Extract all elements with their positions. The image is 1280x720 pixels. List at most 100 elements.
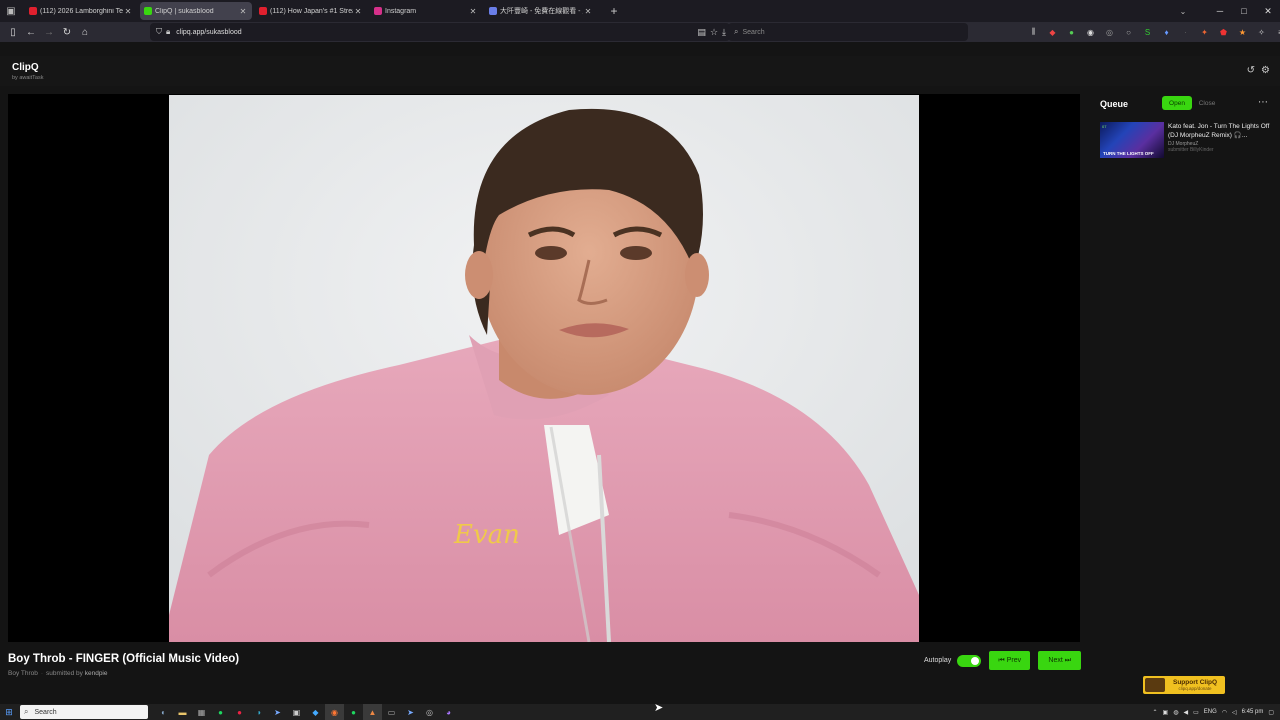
queue-item-info: Kato feat. Jon - Turn The Lights Off (DJ… [1168, 122, 1272, 158]
video-frame[interactable]: Evan [169, 95, 919, 642]
extension-badge-icon[interactable]: ◆ [1045, 25, 1060, 40]
extension-frog-icon[interactable]: ● [1064, 25, 1079, 40]
search-icon: ⌕ [734, 27, 739, 36]
taskbar-search-box[interactable]: ⌕ Search [20, 705, 148, 719]
maximize-button[interactable]: □ [1232, 0, 1256, 22]
browser-menu-icon[interactable]: ≡ [1273, 25, 1280, 40]
browser-tab[interactable]: 大阡豐崎 - 免費在線觀看 - 蛇蛇帆✕ [485, 2, 597, 20]
windows-start-icon[interactable]: ⊞ [0, 704, 18, 720]
search-placeholder: Search [742, 28, 765, 36]
minimize-button[interactable]: ─ [1208, 0, 1232, 22]
lock-icon[interactable]: 🔒︎ [166, 27, 170, 37]
tray-network-icon[interactable]: ◍ [1173, 709, 1178, 716]
edge-icon[interactable]: ◑ [249, 704, 268, 720]
terminal-icon[interactable]: ▭ [382, 704, 401, 720]
extension-drop-icon[interactable]: ♦ [1159, 25, 1174, 40]
downloads-icon[interactable]: ⤓ [722, 27, 726, 38]
more-options-icon[interactable]: ⋯ [1258, 97, 1268, 108]
tab-close-icon[interactable]: ✕ [583, 7, 593, 16]
new-tab-button[interactable]: + [607, 4, 621, 18]
bookmark-star-icon[interactable]: ☆ [710, 27, 718, 38]
browser-tab[interactable]: Instagram ✕ [370, 2, 482, 20]
support-clipq-button[interactable]: Support ClipQ clipq.app/donate [1143, 676, 1225, 694]
submitted-by-label: submitted by [46, 670, 83, 677]
queue-list-item[interactable]: 07 TURN THE LIGHTS OFF Kato feat. Jon - … [1100, 122, 1272, 158]
discord-icon[interactable]: ◕ [439, 704, 458, 720]
window-menu-icon[interactable]: ▣ [0, 0, 22, 22]
extension-puzzle-icon[interactable]: ✦ [1197, 25, 1212, 40]
tray-chevron-icon[interactable]: ⌃ [1153, 709, 1158, 716]
tab-close-icon[interactable]: ✕ [468, 7, 478, 16]
address-url[interactable]: clipq.app/sukasblood [176, 29, 241, 36]
address-bar[interactable]: ⛉ 🔒︎ clipq.app/sukasblood ▤ ☆ ⤓ [150, 23, 730, 41]
tray-wifi-icon[interactable]: ◠ [1222, 709, 1227, 716]
forward-button[interactable]: → [40, 23, 58, 41]
tray-clock[interactable]: 6:45 pm [1242, 709, 1264, 715]
queue-item-title[interactable]: Kato feat. Jon - Turn The Lights Off (DJ… [1168, 122, 1272, 140]
queue-open-button[interactable]: Open [1162, 96, 1192, 110]
tab-close-icon[interactable]: ✕ [238, 7, 248, 16]
firefox-taskbar-icon[interactable]: ◉ [325, 704, 344, 720]
shield-icon[interactable]: ⛉ [156, 27, 162, 37]
video-player[interactable]: Evan [8, 94, 1080, 642]
tab-list-dropdown-icon[interactable]: ⌄ [1176, 0, 1190, 22]
tab-title: (112) 2026 Lamborghini Temerario [40, 7, 123, 15]
search-bar[interactable]: ⌕ Search [728, 23, 968, 41]
queue-title: Queue [1100, 99, 1129, 109]
reload-button[interactable]: ↻ [58, 23, 76, 41]
task-view-icon[interactable]: ▦ [192, 704, 211, 720]
tab-favicon-icon [489, 7, 497, 15]
home-button[interactable]: ⌂ [76, 23, 94, 41]
active-app-icon[interactable]: ▲ [363, 704, 382, 720]
spotify-icon[interactable]: ● [211, 704, 230, 720]
telegram-icon[interactable]: ➤ [268, 704, 287, 720]
extensions-puzzle-icon[interactable]: ✧ [1254, 25, 1269, 40]
app-logo[interactable]: ClipQ [12, 62, 39, 73]
next-button[interactable]: Next ⏭ [1038, 651, 1082, 670]
notification-icon[interactable]: ▢ [1268, 709, 1274, 716]
queue-close-button[interactable]: Close [1192, 96, 1222, 110]
telegram-2-icon[interactable]: ➤ [401, 704, 420, 720]
tab-title: Instagram [385, 7, 417, 15]
tab-close-icon[interactable]: ✕ [123, 7, 133, 16]
spotify-2-icon[interactable]: ● [344, 704, 363, 720]
tray-speaker-icon[interactable]: ◁ [1232, 709, 1237, 716]
browser-tab[interactable]: (112) How Japan's #1 Streamer✕ [255, 2, 367, 20]
tray-battery-icon[interactable]: ▭ [1193, 709, 1199, 716]
file-explorer-icon[interactable]: ▬ [173, 704, 192, 720]
back-button[interactable]: ← [22, 23, 40, 41]
video-title: Boy Throb - FINGER (Official Music Video… [8, 653, 240, 665]
app-window-icon[interactable]: ▣ [287, 704, 306, 720]
video-channel[interactable]: Boy Throb [8, 670, 38, 677]
opera-icon[interactable]: ● [230, 704, 249, 720]
queue-item-thumbnail[interactable]: 07 TURN THE LIGHTS OFF [1100, 122, 1164, 158]
extension-dot-icon[interactable]: · [1178, 25, 1193, 40]
extension-shield-icon[interactable]: ⬟ [1216, 25, 1231, 40]
pinned-apps: ◐ ▬ ▦ ● ● ◑ ➤ ▣ ◆ ◉ ● ▲ ▭ ➤ ◎ ◕ [154, 704, 458, 720]
sidebar-toggle-icon[interactable]: ▯ [4, 23, 22, 41]
coffee-cup-icon [1145, 678, 1165, 692]
extension-disc-icon[interactable]: ◎ [1102, 25, 1117, 40]
extension-s-icon[interactable]: S [1140, 25, 1155, 40]
tab-close-icon[interactable]: ✕ [353, 7, 363, 16]
library-icon[interactable]: ⫼ [1026, 25, 1041, 40]
extension-ring-icon[interactable]: ○ [1121, 25, 1136, 40]
extension-star-icon[interactable]: ★ [1235, 25, 1250, 40]
copilot-icon[interactable]: ◐ [154, 704, 173, 720]
jacket-embroidery-text: Evan [453, 520, 520, 550]
blue-app-icon[interactable]: ◆ [306, 704, 325, 720]
page-actions-icon[interactable]: ▤ [697, 27, 706, 38]
prev-button[interactable]: ⏮ Prev [989, 651, 1031, 670]
tray-language[interactable]: ENG [1204, 709, 1217, 715]
browser-tab[interactable]: (112) 2026 Lamborghini Temerario✕ [25, 2, 137, 20]
tray-display-icon[interactable]: ▣ [1163, 709, 1169, 716]
video-submitter[interactable]: kendpie [85, 670, 108, 677]
obs-icon[interactable]: ◎ [420, 704, 439, 720]
autoplay-toggle[interactable] [957, 654, 982, 667]
close-window-button[interactable]: ✕ [1256, 0, 1280, 22]
tray-volume-icon[interactable]: ◀ [1183, 709, 1188, 716]
extension-circle-icon[interactable]: ◉ [1083, 25, 1098, 40]
browser-tab[interactable]: ClipQ | sukasblood ✕ [140, 2, 252, 20]
settings-sliders-icon[interactable]: ⚙ [1261, 65, 1270, 76]
history-icon[interactable]: ↺ [1247, 65, 1255, 76]
